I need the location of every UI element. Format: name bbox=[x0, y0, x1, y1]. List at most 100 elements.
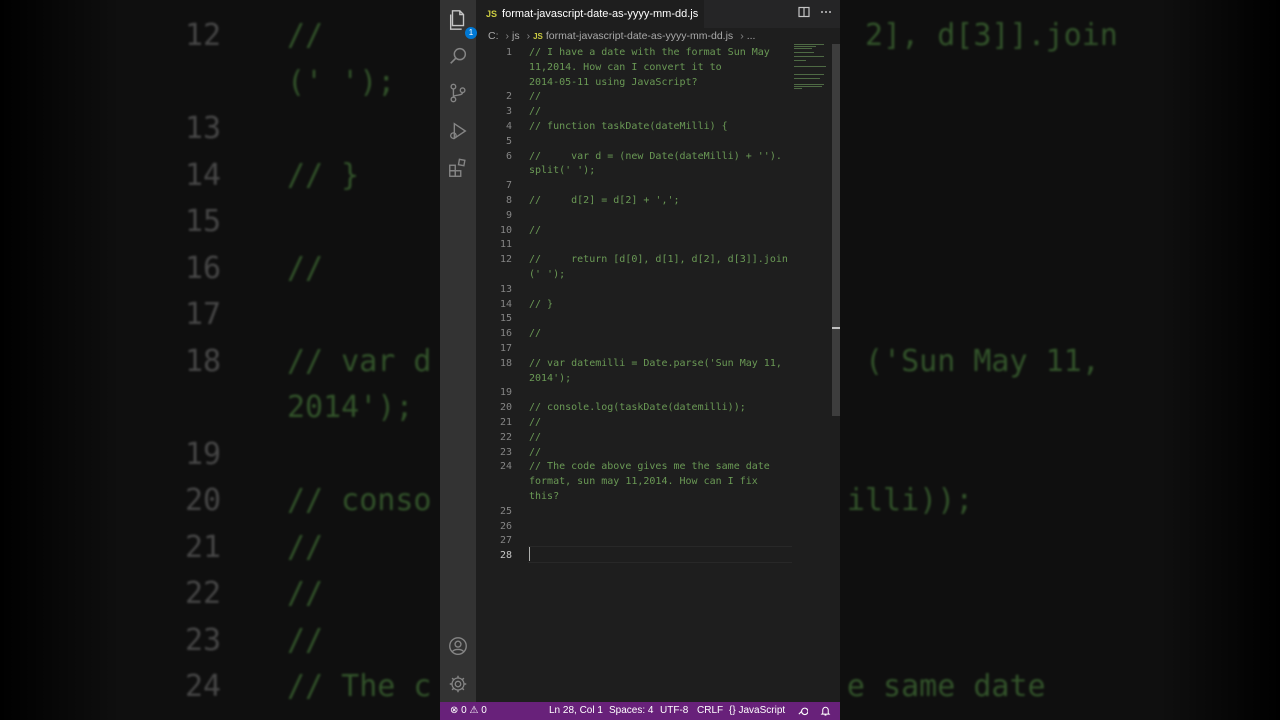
background-code-text: // The c e same date bbox=[846, 669, 1046, 704]
code-line[interactable]: // d[2] = d[2] + ','; bbox=[529, 194, 680, 209]
explorer-icon[interactable]: 1 bbox=[446, 8, 477, 39]
problems-indicator[interactable]: ⊗ 0 ⚠ 0 bbox=[450, 702, 487, 720]
background-line-number: 17 bbox=[185, 297, 222, 332]
account-icon[interactable] bbox=[446, 634, 470, 658]
background-line-number: 21 bbox=[185, 529, 222, 565]
background-right: 12// r 2], d[3]].join(' ');1314// }1516/… bbox=[840, 0, 1280, 720]
cursor-position[interactable]: Ln 28, Col 1 bbox=[549, 702, 603, 720]
code-line[interactable]: // bbox=[529, 224, 541, 239]
code-line[interactable]: this? bbox=[529, 490, 559, 505]
source-control-icon[interactable] bbox=[446, 81, 470, 105]
search-icon[interactable] bbox=[446, 44, 470, 68]
line-number: 24 bbox=[499, 461, 512, 473]
language-mode[interactable]: {} JavaScript bbox=[729, 702, 785, 720]
background-line-number: 18 bbox=[185, 343, 222, 379]
code-line[interactable]: // console.log(taskDate(datemilli)); bbox=[529, 401, 746, 416]
breadcrumb-more[interactable]: ... bbox=[747, 30, 756, 42]
code-line[interactable]: 2014-05-11 using JavaScript? bbox=[529, 76, 698, 91]
code-line[interactable]: format, sun may 11,2014. How can I fix bbox=[529, 475, 758, 490]
code-line[interactable]: // bbox=[529, 105, 541, 120]
background-line-number: 19 bbox=[185, 436, 222, 472]
status-bar: ⊗ 0 ⚠ 0 Ln 28, Col 1 Spaces: 4 UTF-8 CRL… bbox=[440, 702, 840, 720]
background-shade bbox=[0, 0, 120, 720]
chevron-right-icon: › bbox=[526, 30, 531, 42]
background-line-number: 15 bbox=[185, 204, 222, 239]
background-line-number: 14 bbox=[185, 157, 222, 193]
feedback-icon[interactable] bbox=[797, 702, 809, 720]
code-editor[interactable]: 1 // I have a date with the format Sun Ma… bbox=[476, 44, 796, 702]
error-count: 0 bbox=[461, 705, 467, 716]
braces-icon: {} bbox=[729, 705, 736, 716]
code-line[interactable]: // I have a date with the format Sun May bbox=[529, 46, 770, 61]
current-line-highlight bbox=[528, 546, 792, 563]
extensions-icon[interactable] bbox=[446, 156, 470, 180]
notifications-bell-icon[interactable] bbox=[820, 702, 831, 720]
background-left: 12 // r 2], d[3]].join (' '); 13 14 // } 15 16 /… bbox=[0, 0, 440, 720]
line-number: 6 bbox=[505, 150, 512, 162]
background-code-text: // bbox=[287, 576, 324, 611]
warning-icon: ⚠ bbox=[469, 705, 479, 716]
line-number: 11 bbox=[499, 239, 512, 251]
minimap[interactable] bbox=[794, 44, 830, 104]
breadcrumb-drive[interactable]: C: bbox=[488, 30, 499, 42]
breadcrumb-folder[interactable]: js bbox=[512, 30, 520, 42]
line-number: 25 bbox=[499, 505, 512, 517]
background-line-number: 20 bbox=[185, 483, 222, 518]
code-line[interactable]: // function taskDate(dateMilli) { bbox=[529, 120, 728, 135]
breadcrumb-file[interactable]: format-javascript-date-as-yyyy-mm-dd.js bbox=[546, 30, 733, 42]
language-label: JavaScript bbox=[738, 705, 786, 716]
settings-gear-icon[interactable] bbox=[446, 672, 470, 696]
line-number: 26 bbox=[499, 520, 512, 532]
chevron-right-icon: › bbox=[740, 30, 744, 42]
code-line[interactable]: // var datemilli = Date.parse('Sun May 1… bbox=[529, 357, 782, 372]
line-number: 5 bbox=[505, 135, 512, 147]
js-file-icon: JS bbox=[533, 31, 543, 41]
line-number: 21 bbox=[499, 417, 512, 428]
background-shade bbox=[1160, 0, 1280, 720]
line-ending[interactable]: CRLF bbox=[697, 702, 723, 720]
code-line[interactable]: 2014'); bbox=[529, 372, 571, 387]
code-line[interactable]: // bbox=[529, 446, 541, 461]
background-line-number: 22 bbox=[185, 576, 222, 611]
split-editor-icon[interactable] bbox=[798, 6, 810, 21]
line-number: 15 bbox=[499, 313, 512, 325]
editor-actions bbox=[798, 6, 832, 21]
line-number: 20 bbox=[499, 402, 512, 414]
code-line[interactable]: // bbox=[529, 431, 541, 446]
run-debug-icon[interactable] bbox=[446, 119, 470, 143]
editor-tab[interactable]: JS format-javascript-date-as-yyyy-mm-dd.… bbox=[476, 0, 704, 28]
line-number: 14 bbox=[499, 298, 512, 310]
background-code-text: // bbox=[287, 529, 324, 565]
code-line[interactable]: // return [d[0], d[1], d[2], d[3]].join bbox=[529, 253, 788, 268]
line-number: 23 bbox=[499, 446, 512, 458]
indentation[interactable]: Spaces: 4 bbox=[609, 702, 653, 720]
line-number: 18 bbox=[499, 357, 512, 369]
vertical-scrollbar[interactable] bbox=[832, 44, 840, 416]
line-number: 9 bbox=[505, 209, 512, 221]
code-line[interactable]: // } bbox=[529, 298, 553, 313]
background-code-text: // var d ('Sun May 11, bbox=[864, 343, 1100, 379]
code-line[interactable]: // bbox=[529, 416, 541, 431]
activity-bar: 1 bbox=[440, 0, 477, 702]
line-number: 10 bbox=[499, 224, 512, 236]
line-number: 3 bbox=[505, 106, 512, 118]
code-line[interactable]: split(' '); bbox=[529, 164, 595, 179]
background-code-text: (' '); bbox=[287, 64, 396, 100]
vscode-window: 1 JS format-javascript-date-as-yyyy-mm-d… bbox=[440, 0, 840, 720]
encoding[interactable]: UTF-8 bbox=[660, 702, 688, 720]
code-line[interactable]: // The code above gives me the same date bbox=[529, 460, 770, 475]
background-line-number: 12 bbox=[185, 18, 222, 53]
code-line[interactable]: (' '); bbox=[529, 268, 565, 283]
line-number: 17 bbox=[499, 343, 512, 354]
code-line[interactable]: // bbox=[529, 327, 541, 342]
text-cursor bbox=[529, 547, 530, 561]
line-number: 13 bbox=[499, 283, 512, 295]
code-line[interactable]: // var d = (new Date(dateMilli) + ''). bbox=[529, 150, 782, 165]
code-line[interactable]: 11,2014. How can I convert it to bbox=[529, 61, 722, 76]
line-number: 12 bbox=[499, 254, 512, 266]
code-line[interactable]: // bbox=[529, 90, 541, 105]
background-code-text: // r 2], d[3]].join bbox=[864, 18, 1118, 53]
tab-title: format-javascript-date-as-yyyy-mm-dd.js bbox=[502, 8, 699, 20]
background-line-number: 24 bbox=[185, 669, 222, 704]
more-actions-icon[interactable] bbox=[820, 6, 832, 21]
